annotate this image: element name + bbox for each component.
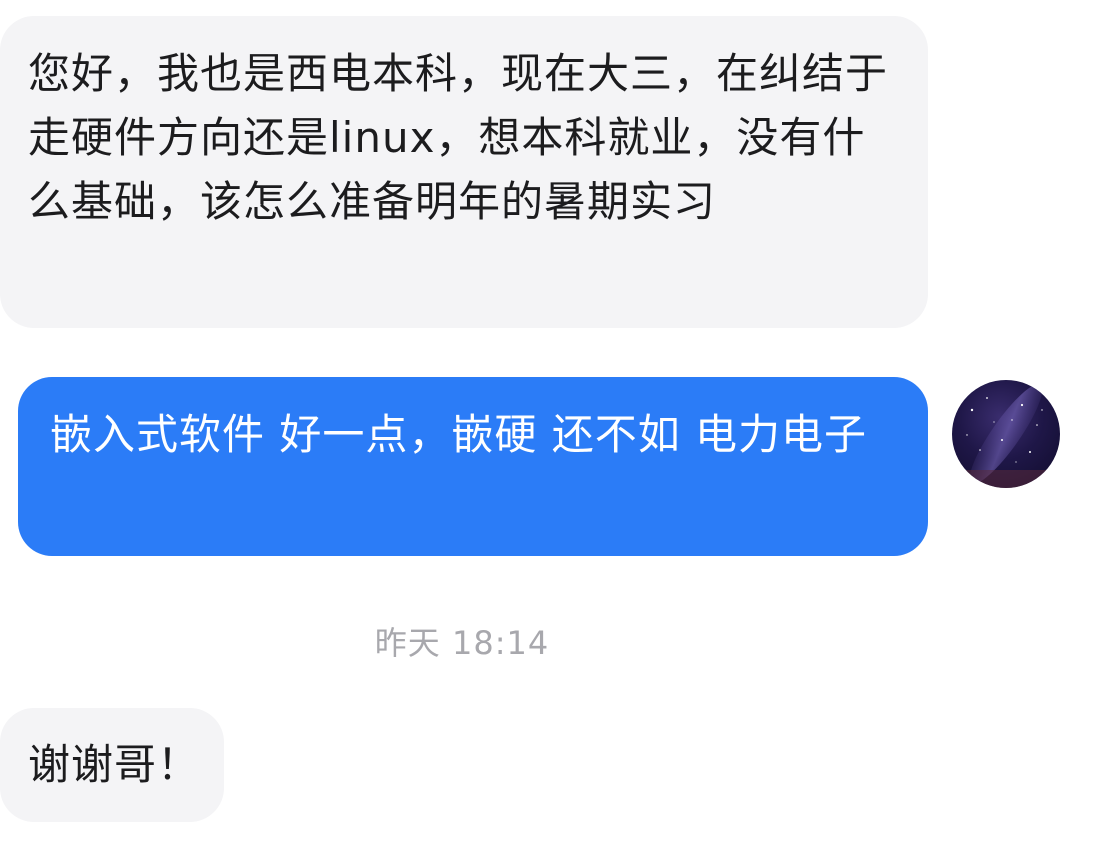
chat-conversation: 您好，我也是西电本科，现在大三，在纠结于走硬件方向还是linux，想本科就业，没…: [0, 0, 1108, 863]
outgoing-message-bubble[interactable]: 嵌入式软件 好一点，嵌硬 还不如 电力电子: [18, 377, 928, 556]
message-timestamp: 昨天 18:14: [374, 624, 550, 662]
incoming-message-bubble[interactable]: 您好，我也是西电本科，现在大三，在纠结于走硬件方向还是linux，想本科就业，没…: [0, 16, 928, 328]
avatar[interactable]: [952, 380, 1060, 488]
starry-night-sky-avatar-icon: [952, 384, 1060, 488]
incoming-message-bubble[interactable]: 谢谢哥！: [0, 708, 224, 822]
